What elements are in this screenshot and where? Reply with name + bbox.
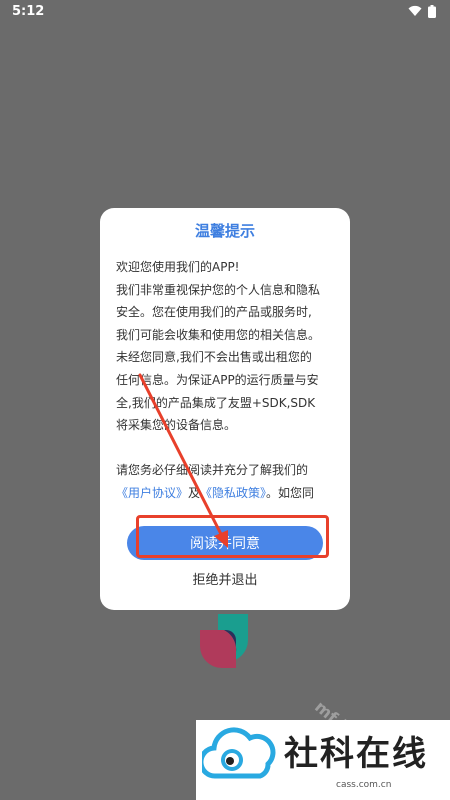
status-bar: 5:12: [0, 0, 450, 22]
watermark-banner: 社科在线 cass.com.cn: [196, 720, 450, 800]
privacy-policy-link[interactable]: 《隐私政策》: [200, 486, 266, 500]
phone-screen: 5:12 温馨提示 欢迎您使用我们的APP! 我们非常重视保护您的个人信息和隐私…: [0, 0, 450, 800]
body-line: 将采集您的设备信息。: [116, 418, 237, 433]
cloud-logo-icon: [198, 724, 276, 784]
dialog-body[interactable]: 欢迎您使用我们的APP! 我们非常重视保护您的个人信息和隐私 安全。您在使用我们…: [116, 256, 336, 500]
body-line: 未经您同意,我们不会出售或出租您的: [116, 350, 312, 365]
refuse-exit-button[interactable]: 拒绝并退出: [100, 568, 350, 594]
notice-line: 请您务必仔细阅读并充分了解我们的: [116, 463, 309, 478]
status-time: 5:12: [12, 3, 45, 19]
watermark-domain: cass.com.cn: [336, 780, 392, 790]
notice-links-line: 《用户协议》及《隐私政策》。如您同: [116, 482, 336, 500]
watermark-title: 社科在线: [284, 734, 428, 774]
wifi-icon: [408, 5, 422, 17]
status-icons: [408, 4, 436, 18]
battery-icon: [428, 4, 436, 18]
notice-suffix: 。如您同: [266, 485, 315, 500]
body-line: 我们非常重视保护您的个人信息和隐私: [116, 282, 321, 297]
body-line: 安全。您在使用我们的产品或服务时,: [116, 305, 312, 320]
dialog-title: 温馨提示: [194, 222, 255, 240]
app-logo: [198, 612, 254, 670]
body-line: 任何信息。为保证APP的运行质量与安: [116, 372, 319, 387]
body-line: 我们可能会收集和使用您的相关信息。: [116, 327, 321, 342]
user-agreement-link[interactable]: 《用户协议》: [116, 486, 188, 500]
link-joiner: 及: [188, 485, 201, 500]
annotation-highlight-box: [136, 515, 329, 558]
body-line: 全,我们的产品集成了友盟+SDK,SDK: [116, 395, 316, 410]
body-line: 欢迎您使用我们的APP!: [116, 260, 240, 274]
